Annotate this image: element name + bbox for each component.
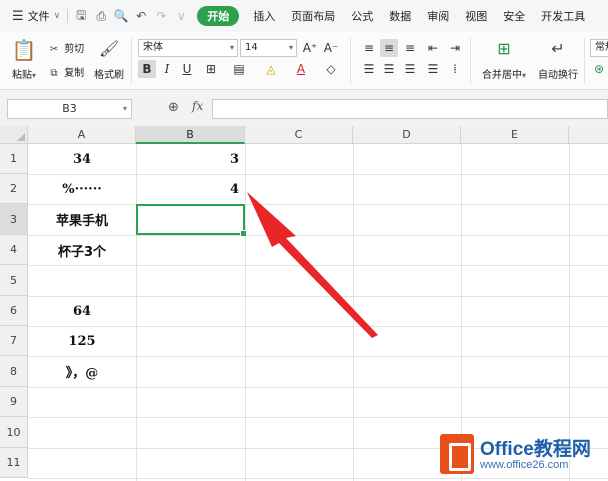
italic-button[interactable]: I xyxy=(158,60,176,78)
undo-icon[interactable]: ↶ xyxy=(131,0,151,32)
copy-button[interactable]: ⧉ 复制 xyxy=(47,64,84,79)
tab-home[interactable]: 开始 xyxy=(197,6,240,26)
chevron-down-icon: ▾ xyxy=(122,104,127,113)
chevron-down-icon: ▾ xyxy=(521,71,526,80)
print-preview-icon[interactable]: 🔍 xyxy=(111,0,131,32)
paste-label: 粘贴 xyxy=(11,70,32,81)
format-painter-button[interactable]: 🖌 格式刷 xyxy=(92,38,126,84)
watermark: Office教程网 www.office26.com xyxy=(440,432,608,481)
increase-indent-icon[interactable]: ⇥ xyxy=(446,39,464,57)
name-box[interactable]: B3 ▾ xyxy=(7,99,132,119)
font-color-icon[interactable]: A xyxy=(292,60,310,78)
font-name-select[interactable]: 宋体 ▾ xyxy=(138,39,238,57)
paste-button[interactable]: 📋 粘贴▾ xyxy=(10,38,38,84)
align-center-icon[interactable]: ☰ xyxy=(380,60,398,78)
chevron-down-icon: ▾ xyxy=(31,71,36,80)
annotation-arrow xyxy=(247,192,378,338)
chevron-down-icon: ▾ xyxy=(229,43,234,52)
print-icon[interactable]: ⎙ xyxy=(91,0,111,32)
merge-center-button[interactable]: ⊞ 合并居中▾ xyxy=(476,38,532,84)
merge-cells-icon: ⊞ xyxy=(497,39,511,58)
redo-icon[interactable]: ↷ xyxy=(151,0,171,32)
font-size-value: 14 xyxy=(245,42,258,53)
spreadsheet-grid: A B C D E 1 2 3 4 5 6 7 8 9 10 11 34 %··… xyxy=(0,126,608,481)
number-format-select[interactable]: 常规 xyxy=(590,39,608,57)
file-menu-label: 文件 xyxy=(27,10,50,23)
divider xyxy=(470,38,471,84)
copy-icon: ⧉ xyxy=(50,68,58,79)
file-menu[interactable]: ☰ 文件 ∨ xyxy=(0,0,64,32)
name-box-value: B3 xyxy=(62,102,77,115)
wrap-text-button[interactable]: ↵ 自动换行 xyxy=(536,38,580,84)
menu-bar: ☰ 文件 ∨ 🖫 ⎙ 🔍 ↶ ↷ ∨ 开始 插入 页面布局 公式 数据 审阅 视… xyxy=(0,0,608,32)
align-top-icon[interactable]: ≡ xyxy=(360,39,378,57)
divider xyxy=(67,9,69,23)
fx-label[interactable]: fx xyxy=(192,99,203,113)
tab-insert[interactable]: 插入 xyxy=(245,0,283,32)
arrow-shape xyxy=(247,192,378,338)
divider xyxy=(350,38,351,84)
bold-button[interactable]: B xyxy=(138,60,156,78)
tab-page-layout[interactable]: 页面布局 xyxy=(283,0,343,32)
zoom-icon[interactable]: ⊕ xyxy=(168,100,179,115)
justify-icon[interactable]: ☰ xyxy=(424,60,442,78)
align-middle-icon[interactable]: ≡ xyxy=(380,39,398,57)
format-painter-label: 格式刷 xyxy=(94,70,124,81)
align-right-icon[interactable]: ☰ xyxy=(401,60,419,78)
align-left-icon[interactable]: ☰ xyxy=(360,60,378,78)
divider xyxy=(584,38,585,84)
paintbrush-icon: 🖌 xyxy=(98,39,120,58)
increase-font-icon[interactable]: A⁺ xyxy=(301,39,319,57)
tab-view[interactable]: 视图 xyxy=(457,0,495,32)
decrease-font-icon[interactable]: A⁻ xyxy=(322,39,340,57)
clipboard-icon: 📋 xyxy=(11,38,37,62)
distributed-icon[interactable]: ⁞ xyxy=(446,60,464,78)
tab-formulas[interactable]: 公式 xyxy=(343,0,381,32)
fill-color-icon[interactable]: ◬ xyxy=(262,60,280,78)
borders-icon[interactable]: ⊞ xyxy=(202,60,220,78)
office-logo-icon xyxy=(440,434,474,474)
merge-center-label: 合并居中 xyxy=(481,70,522,81)
currency-icon[interactable]: ⊛ xyxy=(594,62,604,76)
watermark-url: www.office26.com xyxy=(480,459,569,471)
tab-data[interactable]: 数据 xyxy=(381,0,419,32)
tab-security[interactable]: 安全 xyxy=(495,0,533,32)
cell-style-icon[interactable]: ▤ xyxy=(230,60,248,78)
divider xyxy=(131,38,132,84)
copy-label: 复制 xyxy=(64,68,85,79)
cut-button[interactable]: ✂ 剪切 xyxy=(47,40,84,55)
save-icon[interactable]: 🖫 xyxy=(71,0,91,32)
chevron-down-icon: ▾ xyxy=(288,43,293,52)
tab-review[interactable]: 审阅 xyxy=(419,0,457,32)
quick-access-chevron-icon[interactable]: ∨ xyxy=(171,0,191,32)
formula-bar: B3 ▾ ⊕ fx xyxy=(0,90,608,126)
cut-label: 剪切 xyxy=(64,44,85,55)
hamburger-icon: ☰ xyxy=(12,8,24,24)
scissors-icon: ✂ xyxy=(49,44,59,55)
wrap-text-label: 自动换行 xyxy=(538,70,578,81)
align-bottom-icon[interactable]: ≡ xyxy=(401,39,419,57)
decrease-indent-icon[interactable]: ⇤ xyxy=(424,39,442,57)
ribbon: 📋 粘贴▾ ✂ 剪切 ⧉ 复制 🖌 格式刷 宋体 ▾ 14 ▾ A⁺ A⁻ B … xyxy=(0,32,608,90)
formula-input[interactable] xyxy=(212,99,608,119)
font-name-value: 宋体 xyxy=(143,42,163,53)
wrap-text-icon: ↵ xyxy=(551,39,565,58)
font-size-select[interactable]: 14 ▾ xyxy=(240,39,297,57)
chevron-down-icon: ∨ xyxy=(53,11,61,21)
underline-button[interactable]: U xyxy=(178,60,196,78)
clear-format-icon[interactable]: ◇ xyxy=(322,60,340,78)
tab-developer[interactable]: 开发工具 xyxy=(533,0,593,32)
number-format-value: 常规 xyxy=(595,42,608,53)
watermark-title: Office教程网 xyxy=(480,439,591,460)
